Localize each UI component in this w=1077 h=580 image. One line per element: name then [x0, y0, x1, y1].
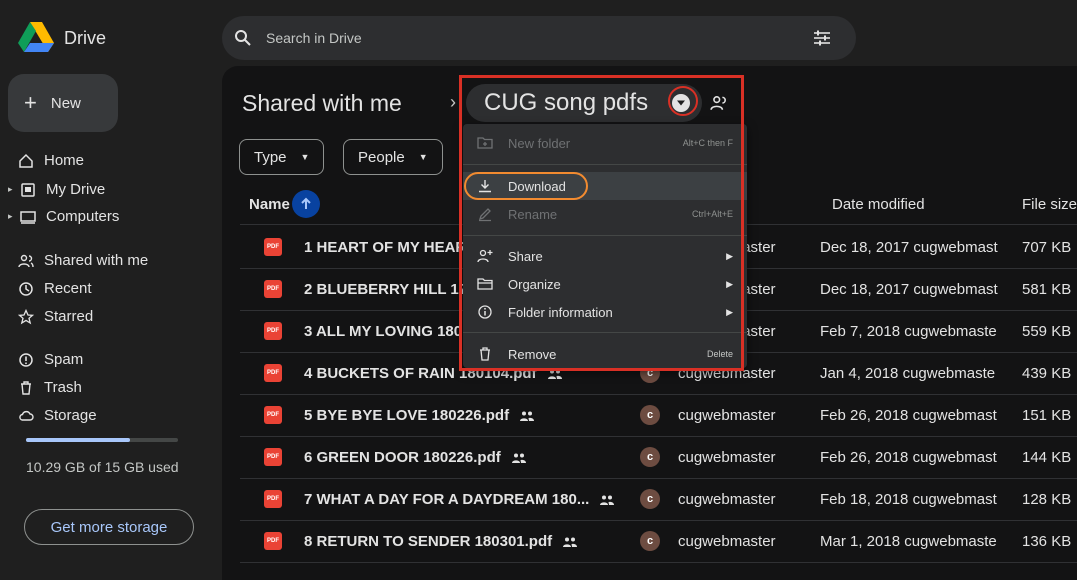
pdf-file-icon: PDF [264, 364, 282, 382]
sidebar-item-home[interactable]: Home [18, 152, 84, 169]
date-modified: Feb 26, 2018 cugwebmast [820, 406, 997, 424]
file-name: 7 WHAT A DAY FOR A DAYDREAM 180... [304, 490, 590, 508]
file-size: 559 KB [1022, 322, 1072, 340]
owner-name: cugwebmaster [678, 532, 776, 550]
sidebar-item-trash[interactable]: Trash [18, 379, 82, 396]
sort-ascending-icon[interactable] [292, 190, 320, 218]
trash-icon [21, 380, 31, 395]
search-input[interactable] [264, 29, 788, 47]
get-more-storage-button[interactable]: Get more storage [24, 509, 194, 545]
file-size: 128 KB [1022, 490, 1072, 508]
filter-type[interactable]: Type ▼ [239, 139, 325, 175]
owner-name: cugwebmaster [678, 448, 776, 466]
column-header-file-size[interactable]: File size [1022, 196, 1077, 213]
owner-avatar: c [640, 447, 660, 467]
file-size: 707 KB [1022, 238, 1072, 256]
date-modified: Feb 26, 2018 cugwebmast [820, 448, 997, 466]
star-icon [18, 308, 34, 324]
menu-highlight-box [459, 75, 744, 371]
file-name: 3 ALL MY LOVING 180 [304, 322, 463, 340]
app-name: Drive [64, 28, 107, 48]
shared-people-icon [563, 537, 578, 547]
shared-people-icon [520, 411, 535, 421]
sidebar-item-starred[interactable]: Starred [18, 308, 93, 325]
file-size: 136 KB [1022, 532, 1072, 550]
file-size: 144 KB [1022, 448, 1072, 466]
expand-icon[interactable]: ▸ [8, 211, 14, 222]
owner-avatar: c [640, 531, 660, 551]
chevron-down-icon: ▼ [418, 152, 428, 162]
row-divider [240, 562, 1077, 563]
new-button[interactable]: + New [8, 74, 118, 132]
sidebar-item-shared-with-me[interactable]: Shared with me [18, 252, 148, 269]
file-name: 8 RETURN TO SENDER 180301.pdf [304, 532, 553, 550]
date-modified: Feb 7, 2018 cugwebmaste [820, 322, 997, 340]
pdf-file-icon: PDF [264, 238, 282, 256]
table-row[interactable]: PDF 8 RETURN TO SENDER 180301.pdf c cugwebm… [240, 522, 1077, 560]
sidebar-item-recent[interactable]: Recent [18, 280, 92, 297]
sidebar-item-spam[interactable]: Spam [18, 351, 83, 368]
search-options-icon[interactable] [812, 28, 832, 48]
file-size: 151 KB [1022, 406, 1072, 424]
pdf-file-icon: PDF [264, 406, 282, 424]
table-row[interactable]: PDF 6 GREEN DOOR 180226.pdf c cugwebmaster F… [240, 438, 1077, 476]
computers-icon [20, 210, 36, 224]
shared-people-icon [600, 495, 615, 505]
storage-bar [26, 438, 178, 442]
drive-logo-icon [18, 22, 54, 52]
spam-icon [19, 352, 33, 367]
date-modified: Jan 4, 2018 cugwebmaste [820, 364, 996, 382]
search-icon[interactable] [234, 29, 252, 47]
shared-people-icon [511, 453, 526, 463]
sidebar-item-computers[interactable]: ▸ Computers [8, 208, 119, 225]
search-bar[interactable] [222, 16, 856, 60]
table-row[interactable]: PDF 5 BYE BYE LOVE 180226.pdf c cugwebmaste… [240, 396, 1077, 434]
filter-people[interactable]: People ▼ [343, 139, 443, 175]
expand-icon[interactable]: ▸ [8, 184, 14, 195]
column-header-name[interactable]: Name [249, 196, 290, 213]
file-name: 1 HEART OF MY HEART [304, 238, 476, 256]
file-size: 581 KB [1022, 280, 1072, 298]
date-modified: Mar 1, 2018 cugwebmaste [820, 532, 997, 550]
date-modified: Dec 18, 2017 cugwebmast [820, 238, 998, 256]
file-size: 439 KB [1022, 364, 1072, 382]
my-drive-icon [21, 182, 35, 197]
file-name: 2 BLUEBERRY HILL 171 [304, 280, 476, 298]
cloud-icon [19, 410, 34, 421]
owner-name: cugwebmaster [678, 406, 776, 424]
pdf-file-icon: PDF [264, 280, 282, 298]
home-icon [19, 153, 33, 168]
breadcrumb-shared-with-me[interactable]: Shared with me [242, 90, 402, 117]
owner-avatar: c [640, 405, 660, 425]
file-name: 5 BYE BYE LOVE 180226.pdf [304, 406, 510, 424]
row-divider [240, 436, 1077, 437]
sidebar-item-my-drive[interactable]: ▸ My Drive [8, 181, 105, 198]
people-icon [18, 254, 34, 267]
plus-icon: + [24, 90, 37, 115]
pdf-file-icon: PDF [264, 322, 282, 340]
new-button-label: New [50, 94, 81, 112]
row-divider [240, 394, 1077, 395]
pdf-file-icon: PDF [264, 448, 282, 466]
pdf-file-icon: PDF [264, 490, 282, 508]
owner-avatar: c [640, 489, 660, 509]
owner-name: cugwebmaster [678, 490, 776, 508]
storage-text: 10.29 GB of 15 GB used [26, 459, 179, 475]
storage-bar-fill [26, 438, 131, 442]
row-divider [240, 478, 1077, 479]
file-name: 6 GREEN DOOR 180226.pdf [304, 448, 501, 466]
table-row[interactable]: PDF 7 WHAT A DAY FOR A DAYDREAM 180... c cu… [240, 480, 1077, 518]
row-divider [240, 520, 1077, 521]
sidebar-item-storage[interactable]: Storage [18, 407, 97, 424]
column-header-date-modified[interactable]: Date modified [832, 196, 925, 213]
breadcrumb-separator: › [450, 92, 456, 112]
date-modified: Feb 18, 2018 cugwebmast [820, 490, 997, 508]
pdf-file-icon: PDF [264, 532, 282, 550]
date-modified: Dec 18, 2017 cugwebmast [820, 280, 998, 298]
clock-icon [19, 281, 33, 296]
chevron-down-icon: ▼ [300, 152, 310, 162]
